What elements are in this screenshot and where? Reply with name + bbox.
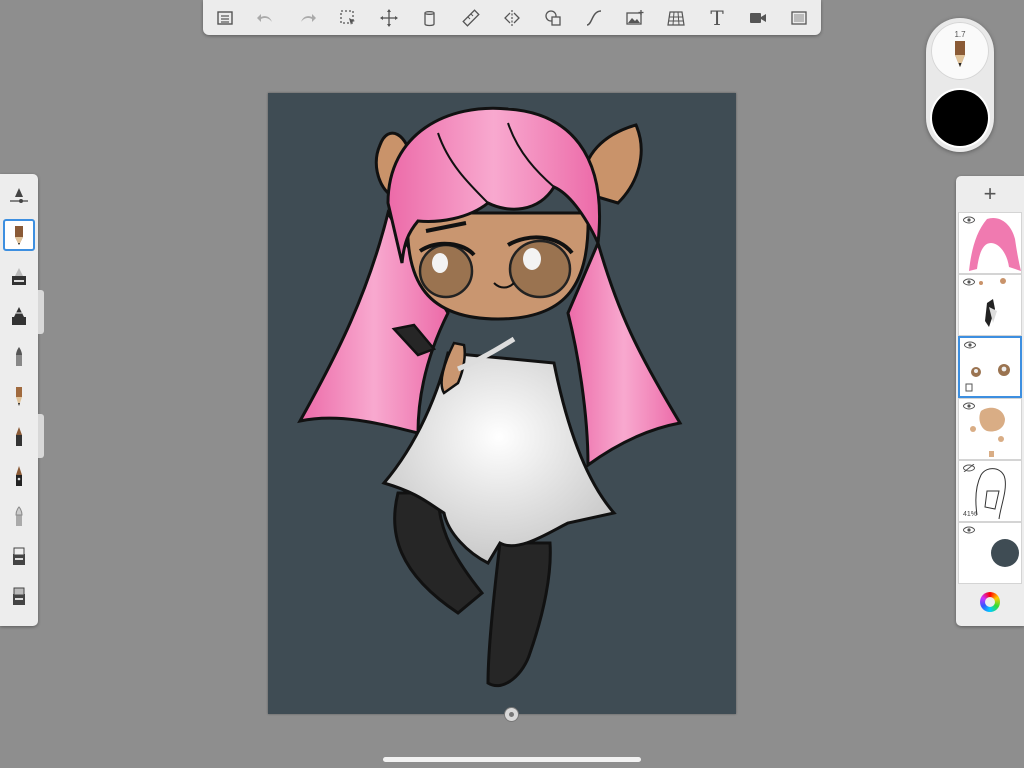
- brush-size-value: 1.7: [954, 30, 966, 39]
- airbrush-icon[interactable]: [3, 300, 35, 332]
- layer-skin[interactable]: [958, 398, 1022, 460]
- fill-bucket-icon[interactable]: [418, 6, 442, 30]
- add-layer-button[interactable]: +: [956, 176, 1024, 212]
- color-wheel-icon[interactable]: [980, 592, 1000, 612]
- brush-panel-tab-lower[interactable]: [38, 414, 44, 458]
- selection-icon[interactable]: [336, 6, 360, 30]
- import-image-icon[interactable]: [623, 6, 647, 30]
- layer-thumbnail: [979, 278, 1006, 327]
- layer-opacity-label: 41%: [963, 511, 978, 518]
- time-lapse-icon[interactable]: [746, 6, 770, 30]
- pencil-brush-icon[interactable]: [3, 219, 35, 251]
- layer-eyes-skin[interactable]: [958, 336, 1022, 398]
- fullscreen-icon[interactable]: [787, 6, 811, 30]
- chibi-illustration: [297, 106, 683, 688]
- paintbrush-icon[interactable]: [3, 340, 35, 372]
- layer-visibility-eye-icon[interactable]: [963, 526, 975, 534]
- home-indicator[interactable]: [383, 757, 641, 762]
- layer-line-art[interactable]: 41%: [958, 460, 1022, 522]
- redo-icon[interactable]: [295, 6, 319, 30]
- text-tool-label: T: [710, 5, 724, 30]
- hard-eraser-icon[interactable]: [3, 580, 35, 612]
- layer-thumbnail: [970, 407, 1005, 457]
- layers-panel: + 41%: [956, 176, 1024, 626]
- brush-color-puck: 1.7: [926, 18, 994, 152]
- top-toolbar: T: [203, 0, 821, 35]
- brush-size-control[interactable]: 1.7: [931, 22, 989, 80]
- technical-pen-icon[interactable]: [3, 460, 35, 492]
- predictive-stroke-icon[interactable]: [582, 6, 606, 30]
- pencil-tip-icon: [955, 41, 965, 67]
- transform-icon[interactable]: [377, 6, 401, 30]
- blender-brush-icon[interactable]: [3, 500, 35, 532]
- background-color-swatch[interactable]: [991, 539, 1019, 567]
- brush-library-panel: [0, 174, 38, 626]
- ruler-icon[interactable]: [459, 6, 483, 30]
- symmetry-icon[interactable]: [500, 6, 524, 30]
- gallery-list-icon[interactable]: [213, 6, 237, 30]
- marker-brush-icon[interactable]: [3, 260, 35, 292]
- layer-details[interactable]: [958, 274, 1022, 336]
- layer-hair-color[interactable]: [958, 212, 1022, 274]
- current-color-swatch[interactable]: [932, 90, 988, 146]
- drawing-canvas[interactable]: [268, 93, 736, 714]
- ink-pen-icon[interactable]: [3, 420, 35, 452]
- layer-thumbnail: [965, 364, 1010, 392]
- eraser-icon[interactable]: [3, 540, 35, 572]
- layer-background[interactable]: [958, 522, 1022, 584]
- pen-brush-icon[interactable]: [3, 380, 35, 412]
- text-icon[interactable]: T: [705, 6, 729, 30]
- canvas-rotate-handle[interactable]: [505, 708, 518, 721]
- undo-icon[interactable]: [254, 6, 278, 30]
- perspective-grid-icon[interactable]: [664, 6, 688, 30]
- shapes-icon[interactable]: [541, 6, 565, 30]
- brush-settings-icon[interactable]: [3, 180, 35, 212]
- layer-thumbnail: [969, 217, 1021, 271]
- brush-panel-tab-upper[interactable]: [38, 290, 44, 334]
